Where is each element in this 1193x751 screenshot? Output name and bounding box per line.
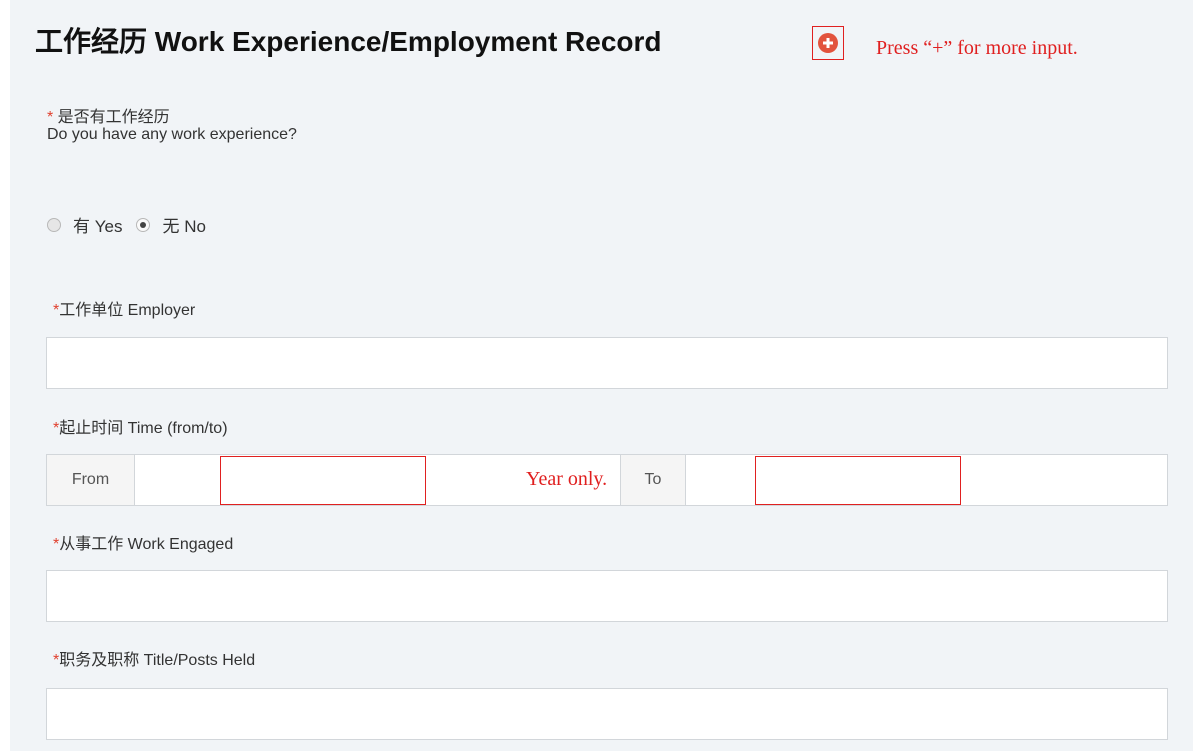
year-only-note: Year only. <box>526 468 608 490</box>
to-addon: To <box>620 455 686 505</box>
work-engaged-label: *从事工作 Work Engaged <box>53 536 234 553</box>
title-posts-input[interactable] <box>46 688 1168 740</box>
work-experience-question-cn: * 是否有工作经历 <box>47 103 170 127</box>
work-experience-radio-group: 有 Yes 无 No <box>47 212 220 237</box>
from-year-input[interactable] <box>220 456 426 505</box>
plus-circle-icon <box>818 33 838 53</box>
radio-no-label[interactable]: 无 No <box>162 212 205 237</box>
radio-yes[interactable] <box>47 217 61 232</box>
work-engaged-input[interactable] <box>46 570 1168 622</box>
add-entry-note: Press “+” for more input. <box>876 37 1078 59</box>
employer-label: *工作单位 Employer <box>53 302 196 319</box>
title-posts-label: *职务及职称 Title/Posts Held <box>53 652 256 669</box>
time-label: *起止时间 Time (from/to) <box>53 420 228 437</box>
question-label-cn: 是否有工作经历 <box>53 109 170 126</box>
to-year-input[interactable] <box>755 456 961 505</box>
section-title: 工作经历 Work Experience/Employment Record <box>35 26 662 57</box>
work-experience-question-en: Do you have any work experience? <box>47 126 297 143</box>
add-entry-button[interactable] <box>812 26 844 60</box>
employer-input[interactable] <box>46 337 1168 389</box>
radio-yes-label[interactable]: 有 Yes <box>73 212 122 237</box>
radio-no[interactable] <box>136 217 151 232</box>
from-addon: From <box>47 455 135 505</box>
